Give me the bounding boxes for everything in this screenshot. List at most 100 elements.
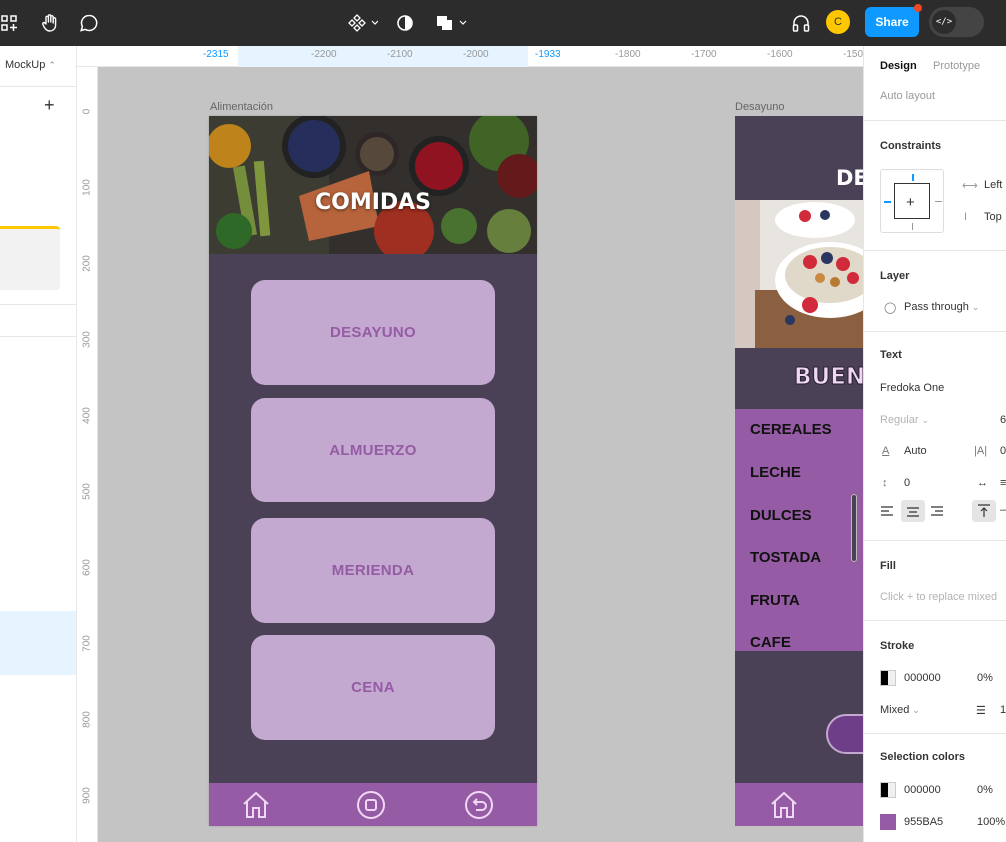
- ruler-tick: 400: [81, 407, 93, 424]
- stroke-title: Stroke: [880, 640, 915, 652]
- ruler-tick: 700: [81, 635, 93, 652]
- align-left-icon[interactable]: [880, 504, 896, 520]
- frame-desayuno[interactable]: DE BUEN CEREALES LECHE DULCES TOSTADA FR…: [735, 116, 863, 826]
- page-label: MockUp: [5, 59, 46, 71]
- list-item[interactable]: TOSTADA: [750, 549, 821, 566]
- components-icon[interactable]: [345, 10, 381, 36]
- selection-color-opacity[interactable]: 100%: [977, 816, 1005, 828]
- stroke-width-value[interactable]: 1: [1000, 704, 1006, 716]
- auto-layout-label[interactable]: Auto layout: [880, 90, 935, 102]
- tab-design[interactable]: Design: [880, 60, 917, 72]
- stop-icon[interactable]: [355, 789, 387, 821]
- selection-color-opacity[interactable]: 0%: [977, 784, 993, 796]
- boolean-icon[interactable]: [434, 10, 470, 36]
- line-height-icon: A: [882, 445, 890, 457]
- chevron-up-icon: ⌃: [48, 60, 56, 70]
- almuerzo-button[interactable]: ALMUERZO: [251, 398, 495, 502]
- buen-banner: BUEN: [793, 364, 863, 391]
- return-icon[interactable]: [463, 789, 495, 821]
- page-thumbnail[interactable]: [0, 226, 60, 290]
- list-item[interactable]: CAFE: [750, 634, 791, 651]
- tab-prototype[interactable]: Prototype: [933, 60, 980, 72]
- headphones-icon[interactable]: [788, 10, 814, 36]
- horizontal-constraint[interactable]: Left: [984, 179, 1002, 191]
- constraint-widget[interactable]: +: [880, 169, 944, 233]
- ruler-tick: 900: [81, 787, 93, 804]
- mask-icon[interactable]: [392, 10, 418, 36]
- selection-color-hex[interactable]: 000000: [904, 784, 941, 796]
- fill-title: Fill: [880, 560, 896, 572]
- cena-button[interactable]: CENA: [251, 635, 495, 740]
- layer-section: Layer ◯ Pass through ⌄: [864, 250, 1006, 331]
- blend-mode-select[interactable]: Pass through ⌄: [904, 301, 979, 313]
- ruler-tick: 300: [81, 331, 93, 348]
- stroke-weight-select[interactable]: Mixed ⌄: [880, 704, 920, 716]
- paragraph-spacing-icon: ↕: [882, 477, 888, 489]
- layer-title: Layer: [880, 270, 910, 282]
- hero-food-image: COMIDAS: [209, 116, 537, 254]
- list-item[interactable]: LECHE: [750, 464, 801, 481]
- hero-title: COMIDAS: [314, 190, 432, 215]
- top-ruler: -2315 -2200 -2100 -2000 -1933 -1800 -170…: [77, 46, 863, 67]
- comment-tool-icon[interactable]: [76, 10, 102, 36]
- desayuno-button[interactable]: DESAYUNO: [251, 280, 495, 385]
- chevron-down-icon: ⌄: [971, 302, 980, 312]
- selected-layer-row[interactable]: [0, 611, 76, 675]
- horizontal-constraint-icon: ⟷: [962, 180, 978, 192]
- frame-label-alimentacion[interactable]: Alimentación: [210, 101, 273, 113]
- font-size-input[interactable]: 6: [1000, 414, 1006, 426]
- hand-tool-icon[interactable]: [37, 10, 63, 36]
- vertical-constraint[interactable]: Top: [984, 211, 1002, 223]
- add-page-button[interactable]: +: [44, 95, 55, 116]
- selection-color-hex[interactable]: 955BA5: [904, 816, 943, 828]
- align-center-icon[interactable]: [901, 500, 925, 522]
- letter-spacing-icon: |A|: [974, 445, 988, 457]
- user-avatar[interactable]: C: [826, 10, 850, 34]
- text-title: Text: [880, 349, 902, 361]
- divider: [0, 86, 76, 87]
- ruler-tick: 100: [81, 179, 93, 196]
- share-button[interactable]: Share: [865, 7, 919, 37]
- ruler-tick: -1600: [767, 49, 793, 60]
- paragraph-spacing-input[interactable]: 0: [904, 477, 910, 489]
- ruler-tick: 800: [81, 711, 93, 728]
- letter-spacing-input[interactable]: 0: [1000, 445, 1006, 457]
- vertical-constraint-icon: I: [964, 211, 968, 223]
- selection-color-swatch[interactable]: [880, 782, 896, 798]
- frame-label-desayuno[interactable]: Desayuno: [735, 101, 785, 113]
- code-icon: </>: [932, 10, 956, 34]
- dev-mode-toggle[interactable]: </>: [929, 7, 984, 37]
- font-family-select[interactable]: Fredoka One: [880, 382, 944, 394]
- frame-tool-icon[interactable]: [0, 10, 22, 36]
- bottom-nav: [735, 783, 863, 826]
- list-item[interactable]: FRUTA: [750, 592, 800, 609]
- line-height-input[interactable]: Auto: [904, 445, 927, 457]
- ruler-tick: -1700: [691, 49, 717, 60]
- text-section: Text Fredoka One Regular ⌄ 6 A Auto |A| …: [864, 331, 1006, 540]
- chevron-down-icon: ⌄: [912, 705, 920, 715]
- left-ruler: 0 100 200 300 400 500 600 700 800 900: [77, 67, 98, 842]
- scrollbar[interactable]: [851, 494, 857, 562]
- ruler-tick: -2200: [311, 49, 337, 60]
- home-icon[interactable]: [241, 790, 271, 820]
- align-middle-icon[interactable]: —: [1000, 504, 1006, 516]
- properties-panel: Design Prototype Auto layout Constraints…: [863, 46, 1006, 842]
- ruler-tick: 500: [81, 483, 93, 500]
- stroke-color-value[interactable]: 000000: [904, 672, 941, 684]
- stroke-opacity-value[interactable]: 0%: [977, 672, 993, 684]
- stroke-swatch[interactable]: [880, 670, 896, 686]
- page-selector[interactable]: MockUp ⌃: [5, 59, 56, 71]
- auto-width-icon[interactable]: ↔: [977, 477, 988, 489]
- selection-color-swatch[interactable]: [880, 814, 896, 830]
- auto-height-icon[interactable]: ≡: [1000, 477, 1006, 489]
- home-icon[interactable]: [769, 790, 799, 820]
- font-weight-select[interactable]: Regular ⌄: [880, 414, 929, 426]
- align-right-icon[interactable]: [930, 504, 946, 520]
- merienda-button[interactable]: MERIENDA: [251, 518, 495, 623]
- list-item[interactable]: DULCES: [750, 507, 812, 524]
- fill-hint: Click + to replace mixed: [880, 591, 998, 603]
- action-button[interactable]: [826, 714, 863, 754]
- frame-alimentacion[interactable]: COMIDAS DESAYUNO ALMUERZO MERIENDA CENA: [209, 116, 537, 826]
- align-top-icon[interactable]: [972, 500, 996, 522]
- list-item[interactable]: CEREALES: [750, 421, 832, 438]
